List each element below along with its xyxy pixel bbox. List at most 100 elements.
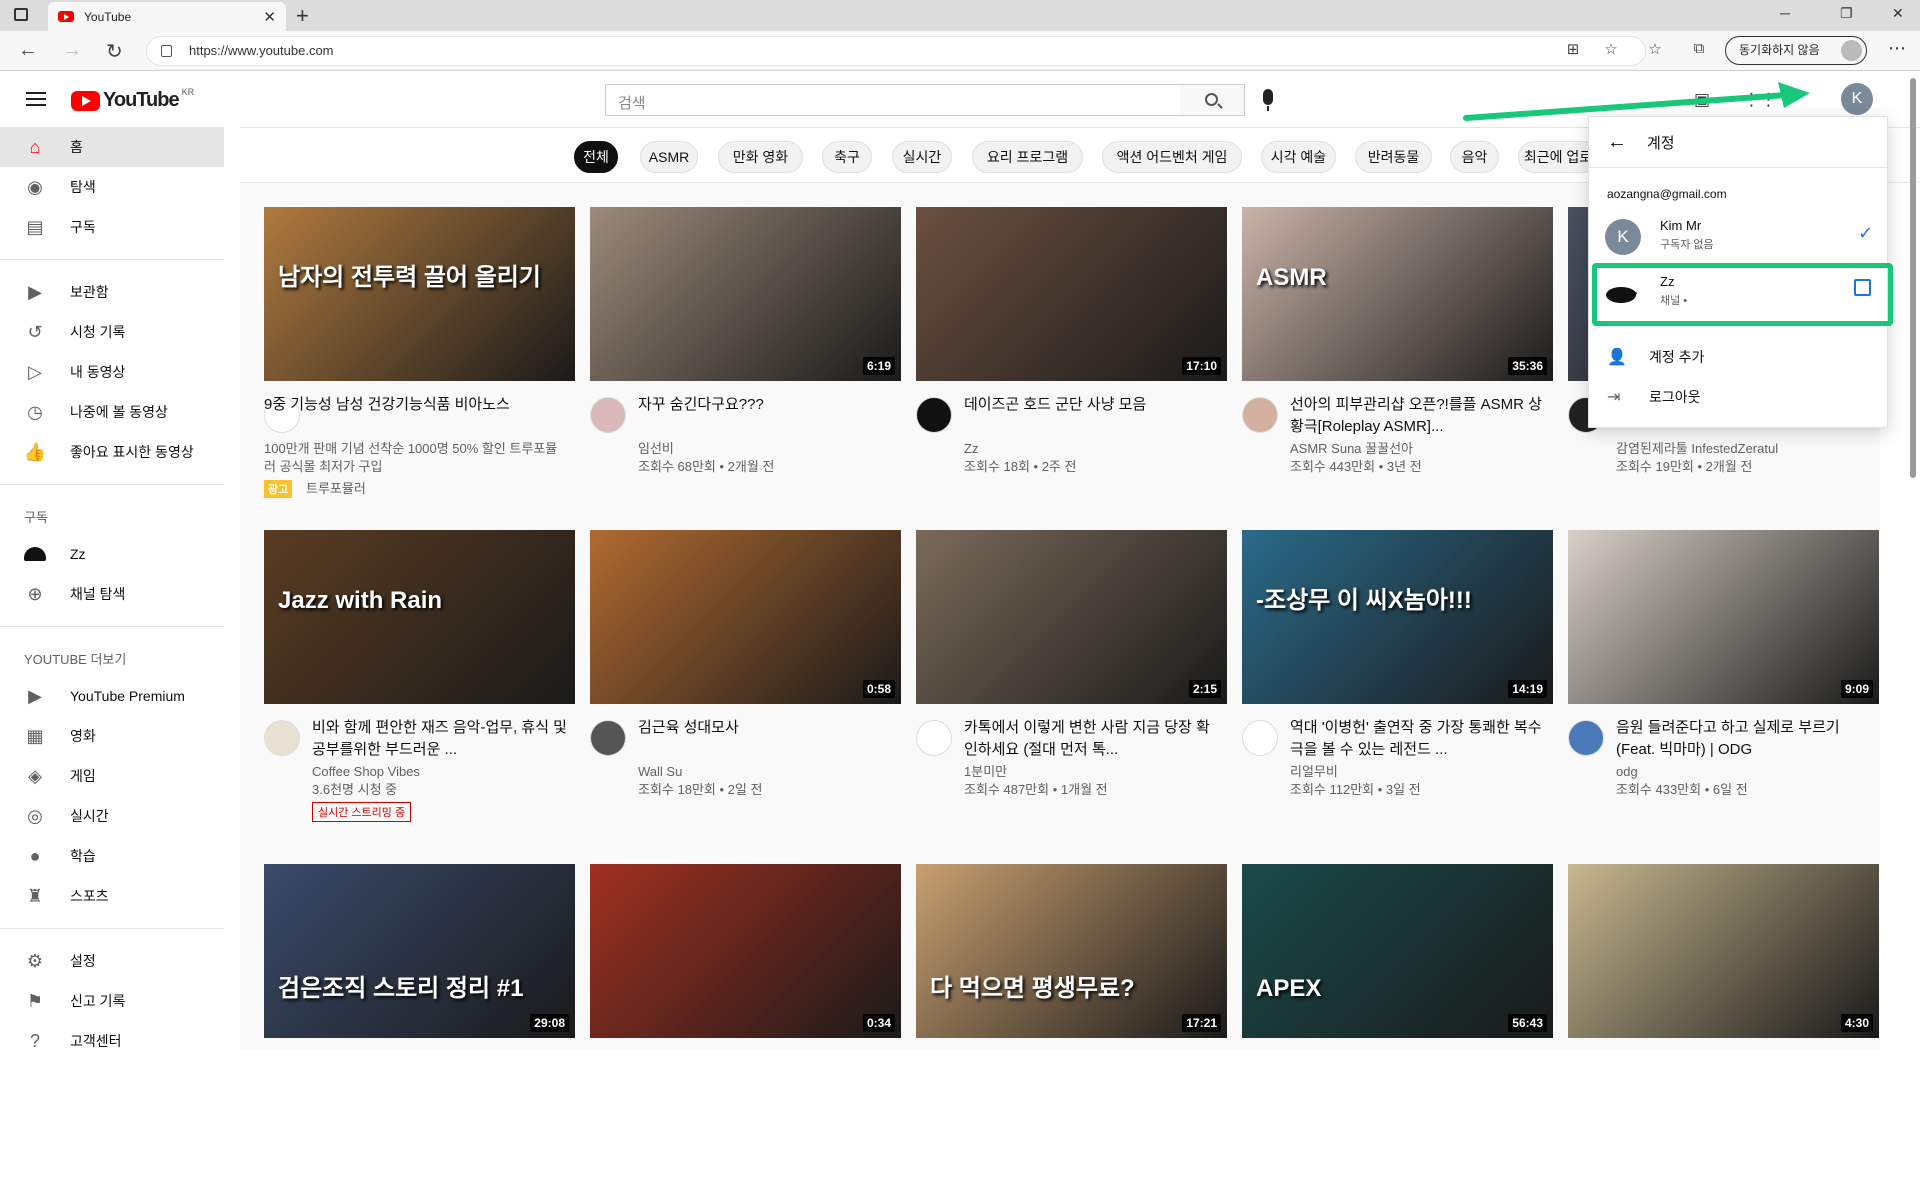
- video-thumbnail[interactable]: 2:15: [916, 530, 1227, 704]
- sidebar-item-home[interactable]: ⌂ 홈: [0, 127, 224, 167]
- video-card[interactable]: 남자의 전투력 끌어 올리기 9중 기능성 남성 건강기능식품 비아노스 100만개…: [264, 207, 575, 537]
- chip[interactable]: ASMR: [640, 141, 698, 173]
- chip[interactable]: 최근에 업로: [1518, 141, 1598, 173]
- video-thumbnail[interactable]: 검은조직 스토리 정리 #1 29:08: [264, 864, 575, 1038]
- chip[interactable]: 시각 예술: [1261, 141, 1336, 173]
- sidebar-item-learning[interactable]: ● 학습: [0, 836, 224, 876]
- sidebar-item-premium[interactable]: ▶ YouTube Premium: [0, 676, 224, 716]
- chip[interactable]: 만화 영화: [718, 141, 803, 173]
- chip[interactable]: 음악: [1450, 141, 1499, 173]
- video-thumbnail[interactable]: 17:10: [916, 207, 1227, 381]
- video-thumbnail[interactable]: -조상무 이 씨X놈아!!! 14:19: [1242, 530, 1553, 704]
- window-close-icon[interactable]: ✕: [1892, 5, 1904, 22]
- minimize-icon[interactable]: ─: [1780, 5, 1790, 21]
- channel-avatar[interactable]: [264, 720, 300, 756]
- sidebar-item-subscriptions[interactable]: ▤ 구독: [0, 207, 224, 247]
- channel-name[interactable]: 리얼무비: [1290, 763, 1338, 781]
- video-thumbnail[interactable]: 0:58: [590, 530, 901, 704]
- sidebar-item-my-videos[interactable]: ▷ 내 동영상: [0, 352, 224, 392]
- video-card[interactable]: 9:09 음원 들려준다고 하고 실제로 부르기 (Feat. 빅마마) | OD…: [1568, 530, 1879, 860]
- channel-avatar[interactable]: [916, 720, 952, 756]
- sidebar-item-sports[interactable]: ♜ 스포츠: [0, 876, 224, 916]
- video-thumbnail[interactable]: 9:09: [1568, 530, 1879, 704]
- channel-name[interactable]: Wall Su: [638, 763, 682, 781]
- video-title[interactable]: 선아의 피부관리샵 오픈?!를플 ASMR 상황극[Roleplay ASMR]…: [1290, 394, 1545, 438]
- sidebar-item-browse-channels[interactable]: ⊕ 채널 탐색: [0, 574, 224, 614]
- channel-avatar[interactable]: [1568, 720, 1604, 756]
- sidebar-item-live[interactable]: ◎ 실시간: [0, 796, 224, 836]
- sync-profile-button[interactable]: 동기화하지 않음: [1725, 36, 1867, 65]
- video-title[interactable]: 김근육 성대모사: [638, 717, 893, 739]
- search-input[interactable]: 검색: [605, 84, 1181, 116]
- favorites-icon[interactable]: ☆: [1645, 40, 1665, 60]
- video-thumbnail[interactable]: 0:34: [590, 864, 901, 1038]
- chip[interactable]: 실시간: [892, 141, 952, 173]
- channel-name[interactable]: Coffee Shop Vibes: [312, 763, 420, 781]
- channel-avatar[interactable]: [1242, 720, 1278, 756]
- app-available-icon[interactable]: ⊞: [1563, 40, 1583, 60]
- sidebar-item-movies[interactable]: ▦ 영화: [0, 716, 224, 756]
- channel-avatar[interactable]: [590, 720, 626, 756]
- video-card[interactable]: 다 먹으면 평생무료? 17:21: [916, 864, 1227, 1194]
- account-avatar-button[interactable]: K: [1841, 83, 1873, 115]
- chip[interactable]: 요리 프로그램: [972, 141, 1083, 173]
- video-card[interactable]: 2:15 카톡에서 이렇게 변한 사람 지금 당장 확인하세요 (절대 먼저 톡.…: [916, 530, 1227, 860]
- youtube-logo[interactable]: YouTube KR: [71, 87, 194, 112]
- video-title[interactable]: 음원 들려준다고 하고 실제로 부르기 (Feat. 빅마마) | ODG: [1616, 717, 1871, 761]
- channel-name[interactable]: 임선비: [638, 440, 674, 458]
- new-tab-icon[interactable]: +: [296, 3, 309, 29]
- channel-name[interactable]: 트루포뮬러: [306, 480, 366, 498]
- chip[interactable]: 반려동물: [1355, 141, 1432, 173]
- channel-name[interactable]: Zz: [964, 440, 978, 458]
- restore-icon[interactable]: ❐: [1840, 5, 1853, 22]
- video-thumbnail[interactable]: APEX 56:43: [1242, 864, 1553, 1038]
- back-arrow-icon[interactable]: ←: [1607, 131, 1627, 154]
- video-thumbnail[interactable]: ASMR 35:36: [1242, 207, 1553, 381]
- forward-icon[interactable]: →: [62, 39, 82, 62]
- video-card[interactable]: Jazz with Rain 비와 함께 편안한 재즈 음악-업무, 휴식 및 공…: [264, 530, 575, 860]
- video-title[interactable]: 비와 함께 편안한 재즈 음악-업무, 휴식 및 공부를위한 부드러운 ...: [312, 717, 567, 761]
- sidebar-item-watch-later[interactable]: ◷ 나중에 볼 동영상: [0, 392, 224, 432]
- chip-all[interactable]: 전체: [574, 141, 618, 173]
- sidebar-item-settings[interactable]: ⚙ 설정: [0, 941, 224, 981]
- address-bar[interactable]: https://www.youtube.com: [146, 36, 1646, 66]
- back-icon[interactable]: ←: [18, 39, 38, 62]
- add-favorite-icon[interactable]: ☆: [1601, 40, 1621, 60]
- add-account-item[interactable]: 👤 계정 추가: [1589, 337, 1889, 377]
- channel-avatar[interactable]: [1242, 397, 1278, 433]
- chip[interactable]: 축구: [822, 141, 872, 173]
- browser-tab-youtube[interactable]: YouTube ✕: [48, 2, 286, 31]
- video-thumbnail[interactable]: 다 먹으면 평생무료? 17:21: [916, 864, 1227, 1038]
- video-card[interactable]: 0:58 김근육 성대모사 Wall Su 조회수 18만회 • 2일 전: [590, 530, 901, 860]
- channel-avatar[interactable]: [916, 397, 952, 433]
- video-card[interactable]: 17:10 데이즈곤 호드 군단 사냥 모음 Zz 조회수 18회 • 2주 전: [916, 207, 1227, 537]
- video-card[interactable]: 4:30: [1568, 864, 1879, 1194]
- sidebar-item-help[interactable]: ? 고객센터: [0, 1021, 224, 1061]
- video-thumbnail[interactable]: Jazz with Rain: [264, 530, 575, 704]
- sidebar-item-explore[interactable]: ◉ 탐색: [0, 167, 224, 207]
- video-thumbnail[interactable]: 6:19: [590, 207, 901, 381]
- chip[interactable]: 액션 어드벤처 게임: [1102, 141, 1242, 173]
- account-kim-mr[interactable]: K Kim Mr 구독자 없음 ✓: [1589, 207, 1889, 263]
- video-title[interactable]: 역대 '이병헌' 출연작 중 가장 통쾌한 복수극을 볼 수 있는 레전드 ..…: [1290, 717, 1545, 761]
- settings-more-icon[interactable]: ⋯: [1888, 38, 1906, 59]
- channel-name[interactable]: 1분미만: [964, 763, 1007, 781]
- video-card[interactable]: 0:34: [590, 864, 901, 1194]
- video-thumbnail[interactable]: 남자의 전투력 끌어 올리기: [264, 207, 575, 381]
- scrollbar[interactable]: [1910, 78, 1916, 478]
- search-button[interactable]: [1180, 84, 1245, 116]
- logout-item[interactable]: ⇥ 로그아웃: [1589, 377, 1889, 417]
- sidebar-item-report-history[interactable]: ⚑ 신고 기록: [0, 981, 224, 1021]
- video-card[interactable]: APEX 56:43: [1242, 864, 1553, 1194]
- video-title[interactable]: 카톡에서 이렇게 변한 사람 지금 당장 확인하세요 (절대 먼저 톡...: [964, 717, 1219, 761]
- sidebar-item-liked[interactable]: 👍 좋아요 표시한 동영상: [0, 432, 224, 472]
- video-card[interactable]: ASMR 35:36 선아의 피부관리샵 오픈?!를플 ASMR 상황극[Rolep…: [1242, 207, 1553, 537]
- tab-close-icon[interactable]: ✕: [263, 8, 276, 26]
- video-card[interactable]: 검은조직 스토리 정리 #1 29:08: [264, 864, 575, 1194]
- video-title[interactable]: 9중 기능성 남성 건강기능식품 비아노스: [264, 394, 564, 416]
- sidebar-item-channel-zz[interactable]: Zz: [0, 534, 224, 574]
- channel-name[interactable]: 감염된제라툴 InfestedZeratul: [1616, 440, 1778, 458]
- refresh-icon[interactable]: ↻: [106, 39, 123, 64]
- channel-avatar[interactable]: [590, 397, 626, 433]
- voice-search-icon[interactable]: [1263, 89, 1273, 111]
